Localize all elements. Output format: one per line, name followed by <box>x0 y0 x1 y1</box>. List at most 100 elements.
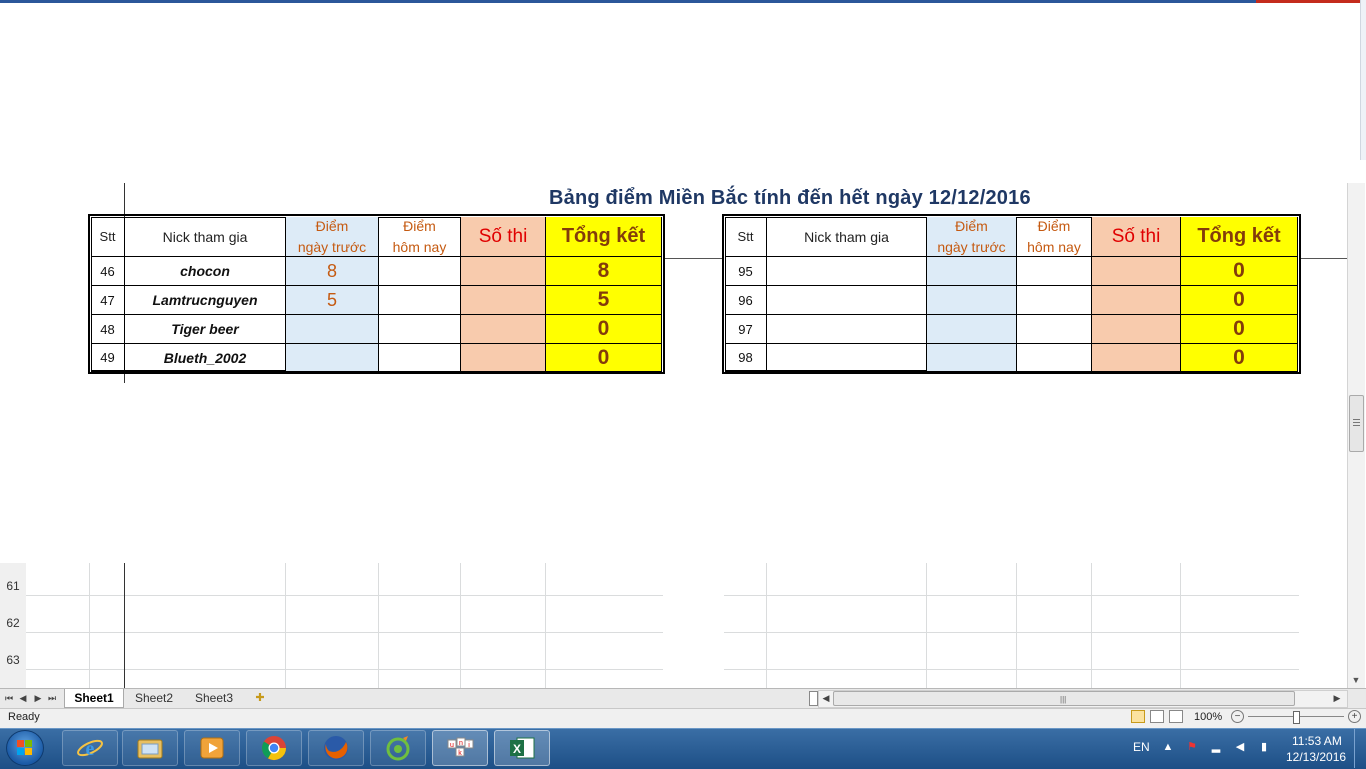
cell-tong-ket[interactable]: 0 <box>546 315 662 344</box>
first-sheet-icon[interactable]: ⏮ <box>4 691 14 705</box>
cell-stt[interactable]: 97 <box>725 315 767 344</box>
zoom-level[interactable]: 100% <box>1194 711 1222 723</box>
header-so-thi[interactable]: Số thi <box>1092 217 1181 257</box>
zoom-out-icon[interactable]: − <box>1231 710 1244 723</box>
gridline <box>724 632 1299 633</box>
gridline <box>1016 563 1017 688</box>
cell-tong-ket[interactable]: 0 <box>1181 286 1298 315</box>
zoom-slider-thumb[interactable] <box>1293 711 1300 724</box>
cell-stt[interactable]: 95 <box>725 257 767 286</box>
header-today-score[interactable]: Điểm hôm nay <box>379 217 461 257</box>
cell-stt[interactable]: 47 <box>91 286 125 315</box>
folder-icon <box>137 739 163 759</box>
header-today-score[interactable]: Điểm hôm nay <box>1017 217 1092 257</box>
cell-nick[interactable]: Blueth_2002 <box>125 344 286 372</box>
cell-so-thi[interactable] <box>1092 344 1181 372</box>
cell-today-score[interactable] <box>1017 344 1092 372</box>
tab-sheet1[interactable]: Sheet1 <box>64 689 124 708</box>
page-layout-view-icon[interactable] <box>1150 710 1164 723</box>
cell-today-score[interactable] <box>1017 315 1092 344</box>
header-tong-ket[interactable]: Tổng kết <box>1181 217 1298 257</box>
language-indicator[interactable]: EN <box>1133 740 1150 754</box>
cell-nick[interactable] <box>767 257 927 286</box>
cell-nick[interactable] <box>767 344 927 372</box>
cell-so-thi[interactable] <box>461 257 546 286</box>
cell-stt[interactable]: 96 <box>725 286 767 315</box>
cell-tong-ket[interactable]: 0 <box>1181 315 1298 344</box>
row-number[interactable]: 63 <box>0 653 26 667</box>
last-sheet-icon[interactable]: ⏭ <box>47 691 57 705</box>
clock-time[interactable]: 11:53 AM <box>1292 734 1342 748</box>
prev-sheet-icon[interactable]: ◀ <box>18 691 28 705</box>
cell-previous-score[interactable] <box>927 344 1017 372</box>
cell-nick[interactable]: Tiger beer <box>125 315 286 344</box>
cell-tong-ket[interactable]: 0 <box>1181 257 1298 286</box>
cell-nick[interactable] <box>767 286 927 315</box>
cell-today-score[interactable] <box>379 257 461 286</box>
cell-previous-score[interactable] <box>927 315 1017 344</box>
cell-nick[interactable] <box>767 315 927 344</box>
cell-previous-score[interactable] <box>927 286 1017 315</box>
cell-previous-score[interactable] <box>286 344 379 372</box>
cell-tong-ket[interactable]: 0 <box>546 344 662 372</box>
cell-today-score[interactable] <box>1017 257 1092 286</box>
battery-icon[interactable]: ▮ <box>1258 741 1270 753</box>
cell-so-thi[interactable] <box>461 315 546 344</box>
cell-stt[interactable]: 46 <box>91 257 125 286</box>
cell-so-thi[interactable] <box>1092 315 1181 344</box>
next-sheet-icon[interactable]: ▶ <box>33 691 43 705</box>
gridline <box>460 563 461 688</box>
cell-today-score[interactable] <box>379 344 461 372</box>
cell-previous-score[interactable]: 8 <box>286 257 379 286</box>
scroll-right-arrow-icon[interactable]: ▶ <box>1331 691 1343 705</box>
header-nick[interactable]: Nick tham gia <box>125 217 286 257</box>
tab-sheet2[interactable]: Sheet2 <box>126 689 182 707</box>
gridline <box>26 632 663 633</box>
clock-date[interactable]: 12/13/2016 <box>1286 750 1346 764</box>
cell-stt[interactable]: 98 <box>725 344 767 372</box>
vertical-scroll-thumb[interactable] <box>1349 395 1364 452</box>
cell-tong-ket[interactable]: 8 <box>546 257 662 286</box>
cell-previous-score[interactable] <box>927 257 1017 286</box>
chrome-icon <box>262 736 286 761</box>
insert-sheet-icon[interactable]: ✚ <box>252 691 268 704</box>
volume-icon[interactable]: ◀ <box>1234 741 1246 753</box>
zoom-in-icon[interactable]: + <box>1348 710 1361 723</box>
scroll-left-arrow-icon[interactable]: ◀ <box>820 691 832 705</box>
cell-so-thi[interactable] <box>1092 286 1181 315</box>
cell-so-thi[interactable] <box>1092 257 1181 286</box>
cell-so-thi[interactable] <box>461 286 546 315</box>
header-nick[interactable]: Nick tham gia <box>767 217 927 257</box>
cell-stt[interactable]: 48 <box>91 315 125 344</box>
cell-today-score[interactable] <box>379 286 461 315</box>
cell-nick[interactable]: Lamtrucnguyen <box>125 286 286 315</box>
show-hidden-icons-icon[interactable]: ▲ <box>1162 741 1174 753</box>
cell-tong-ket[interactable]: 5 <box>546 286 662 315</box>
header-previous-score[interactable]: Điểm ngày trước <box>286 217 379 257</box>
row-number[interactable]: 61 <box>0 579 26 593</box>
worksheet-grid[interactable]: 61 62 63 Bảng điểm Miền Bắc tính đến hết… <box>0 183 1347 688</box>
cell-previous-score[interactable]: 5 <box>286 286 379 315</box>
row-number[interactable]: 62 <box>0 616 26 630</box>
sheet-title[interactable]: Bảng điểm Miền Bắc tính đến hết ngày 12/… <box>549 187 1031 210</box>
cell-nick[interactable]: chocon <box>125 257 286 286</box>
cell-previous-score[interactable] <box>286 315 379 344</box>
cell-so-thi[interactable] <box>461 344 546 372</box>
header-so-thi[interactable]: Số thi <box>461 217 546 257</box>
normal-view-icon[interactable] <box>1131 710 1145 723</box>
cell-stt[interactable]: 49 <box>91 344 125 372</box>
scroll-down-arrow-icon[interactable]: ▼ <box>1350 675 1362 687</box>
header-stt[interactable]: Stt <box>725 217 767 257</box>
page-break-view-icon[interactable] <box>1169 710 1183 723</box>
cell-tong-ket[interactable]: 0 <box>1181 344 1298 372</box>
tab-sheet3[interactable]: Sheet3 <box>186 689 242 707</box>
action-center-flag-icon[interactable]: ⚑ <box>1186 741 1198 753</box>
show-desktop-button[interactable] <box>1354 729 1366 768</box>
tab-split-handle[interactable] <box>809 691 818 706</box>
header-tong-ket[interactable]: Tổng kết <box>546 217 662 257</box>
network-signal-icon[interactable]: ▂ <box>1210 741 1222 753</box>
header-stt[interactable]: Stt <box>91 217 125 257</box>
cell-today-score[interactable] <box>379 315 461 344</box>
cell-today-score[interactable] <box>1017 286 1092 315</box>
header-previous-score[interactable]: Điểm ngày trước <box>927 217 1017 257</box>
